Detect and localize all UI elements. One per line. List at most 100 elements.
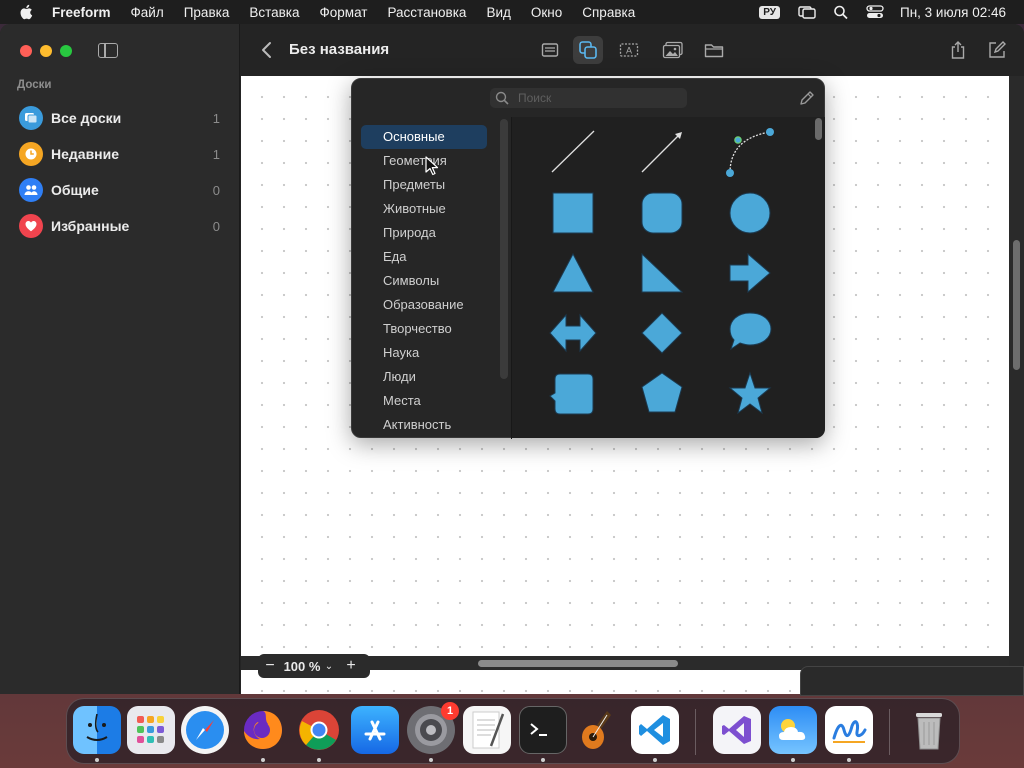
sidebar-item-label: Все доски <box>51 110 122 126</box>
shape-line[interactable] <box>532 127 612 177</box>
sidebar-item-all-boards[interactable]: Все доски 1 <box>0 100 240 136</box>
safari-icon[interactable] <box>181 706 229 754</box>
shape-grid <box>512 117 825 438</box>
shape-category-list: Основные Геометрия Предметы Животные При… <box>361 125 487 439</box>
apple-menu-icon[interactable] <box>18 3 36 21</box>
firefox-icon[interactable] <box>239 706 287 754</box>
shape-pentagon[interactable] <box>641 372 683 413</box>
category-geometry[interactable]: Геометрия <box>361 149 487 173</box>
sidebar-toggle-icon[interactable] <box>98 43 118 58</box>
zoom-menu-chevron-icon[interactable]: ⌄ <box>322 661 336 672</box>
shape-double-arrow[interactable] <box>549 313 597 353</box>
menu-file[interactable]: Файл <box>131 5 164 20</box>
media-button[interactable] <box>661 38 685 62</box>
spotlight-search-icon[interactable] <box>832 4 850 20</box>
text-box-button[interactable]: A <box>617 38 641 62</box>
vscode-icon[interactable] <box>631 706 679 754</box>
running-indicator <box>261 758 265 762</box>
menu-edit[interactable]: Правка <box>184 5 230 20</box>
vertical-scrollbar[interactable] <box>1013 240 1020 370</box>
menu-bar: Freeform Файл Правка Вставка Формат Расс… <box>0 0 1024 24</box>
shape-arrow-line[interactable] <box>622 127 702 177</box>
shapes-button[interactable] <box>573 36 603 64</box>
shape-diamond[interactable] <box>641 312 683 354</box>
category-animals[interactable]: Животные <box>361 197 487 221</box>
minimize-window-button[interactable] <box>40 45 52 57</box>
shape-star[interactable] <box>728 371 772 415</box>
back-chevron-icon[interactable] <box>259 40 275 60</box>
shape-circle[interactable] <box>729 192 771 234</box>
category-scrollbar[interactable] <box>500 119 508 379</box>
category-arts[interactable]: Творчество <box>361 317 487 341</box>
menu-window[interactable]: Окно <box>531 5 562 20</box>
launchpad-icon[interactable] <box>127 706 175 754</box>
trash-icon[interactable] <box>905 706 953 754</box>
shape-curve[interactable] <box>712 127 792 177</box>
zoom-window-button[interactable] <box>60 45 72 57</box>
menu-arrange[interactable]: Расстановка <box>387 5 466 20</box>
draw-shape-pen-icon[interactable] <box>798 89 816 107</box>
shape-callout-square[interactable] <box>549 373 594 415</box>
people-icon <box>19 178 43 202</box>
bottom-right-panel <box>800 666 1024 696</box>
menu-help[interactable]: Справка <box>582 5 635 20</box>
category-activity[interactable]: Активность <box>361 413 487 437</box>
sidebar: Доски Все доски 1 Недавние 1 Общие 0 Изб… <box>0 24 240 694</box>
visual-studio-icon[interactable] <box>713 706 761 754</box>
terminal-icon[interactable] <box>519 706 567 754</box>
category-science[interactable]: Наука <box>361 341 487 365</box>
screen-mirroring-icon[interactable] <box>798 4 816 20</box>
finder-icon[interactable] <box>73 706 121 754</box>
shape-right-triangle[interactable] <box>641 252 684 293</box>
shape-search-field[interactable] <box>490 88 687 108</box>
zoom-out-button[interactable]: − <box>258 657 282 675</box>
category-nature[interactable]: Природа <box>361 221 487 245</box>
zoom-in-button[interactable]: + <box>336 657 366 675</box>
close-window-button[interactable] <box>20 45 32 57</box>
category-basic[interactable]: Основные <box>361 125 487 149</box>
menu-view[interactable]: Вид <box>486 5 510 20</box>
board-title[interactable]: Без названия <box>289 41 389 58</box>
new-board-button[interactable] <box>985 38 1009 62</box>
sidebar-list: Все доски 1 Недавние 1 Общие 0 Избранные… <box>0 100 240 244</box>
category-food[interactable]: Еда <box>361 245 487 269</box>
app-store-icon[interactable] <box>351 706 399 754</box>
menu-format[interactable]: Формат <box>320 5 368 20</box>
weather-icon[interactable] <box>769 706 817 754</box>
menu-clock[interactable]: Пн, 3 июля 02:46 <box>900 5 1006 20</box>
shape-grid-scrollbar[interactable] <box>815 118 822 140</box>
freeform-icon[interactable] <box>825 706 873 754</box>
sidebar-item-favorites[interactable]: Избранные 0 <box>0 208 240 244</box>
dock: 1 <box>66 698 960 764</box>
files-button[interactable] <box>702 38 726 62</box>
control-center-icon[interactable] <box>866 4 884 20</box>
shape-arrow[interactable] <box>729 252 771 294</box>
menu-insert[interactable]: Вставка <box>249 5 299 20</box>
zoom-level[interactable]: 100 % <box>282 659 322 674</box>
shape-search-input[interactable] <box>518 91 678 105</box>
horizontal-scrollbar[interactable] <box>478 660 678 667</box>
running-indicator <box>429 758 433 762</box>
sidebar-item-recent[interactable]: Недавние 1 <box>0 136 240 172</box>
share-button[interactable] <box>946 38 970 62</box>
sticky-note-button[interactable] <box>538 38 562 62</box>
sidebar-item-count: 1 <box>212 110 220 126</box>
category-objects[interactable]: Предметы <box>361 173 487 197</box>
category-people[interactable]: Люди <box>361 365 487 389</box>
garageband-icon[interactable] <box>575 706 623 754</box>
chrome-icon[interactable] <box>295 706 343 754</box>
shape-speech-bubble[interactable] <box>729 312 772 351</box>
shape-triangle[interactable] <box>552 252 594 293</box>
shape-rounded-square[interactable] <box>641 192 683 234</box>
category-symbols[interactable]: Символы <box>361 269 487 293</box>
sidebar-item-count: 0 <box>212 218 220 234</box>
sidebar-item-shared[interactable]: Общие 0 <box>0 172 240 208</box>
search-icon <box>495 91 509 105</box>
menu-app-name[interactable]: Freeform <box>52 5 111 20</box>
input-source-indicator[interactable]: РУ <box>759 5 780 19</box>
running-indicator <box>317 758 321 762</box>
shape-square[interactable] <box>552 192 594 234</box>
category-education[interactable]: Образование <box>361 293 487 317</box>
category-places[interactable]: Места <box>361 389 487 413</box>
textedit-icon[interactable] <box>463 706 511 754</box>
